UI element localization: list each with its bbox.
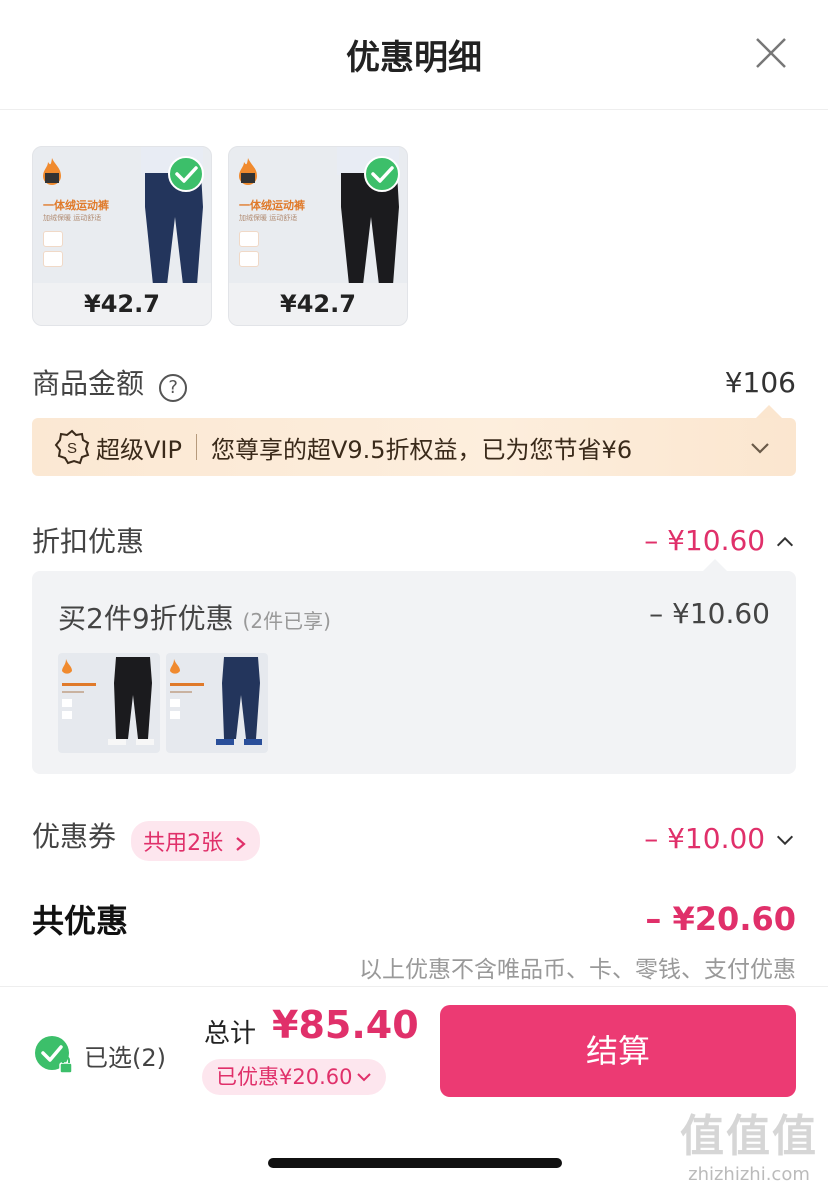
close-button[interactable]	[754, 36, 788, 70]
svg-text:S: S	[67, 440, 77, 457]
pants-image	[62, 657, 154, 745]
product-price: ¥42.7	[229, 283, 407, 325]
watermark-mark: 值值值	[680, 1111, 818, 1162]
close-icon	[756, 38, 786, 68]
select-all-toggle[interactable]: 已选(2)	[32, 1033, 166, 1077]
product-tagline: 一体绒运动裤	[239, 199, 305, 212]
flame-icon	[239, 158, 257, 185]
coupon-label: 优惠券	[32, 819, 117, 853]
vip-notch	[756, 405, 782, 418]
chevron-up-icon	[776, 536, 794, 546]
check-icon	[35, 1036, 73, 1074]
product-tagline: 一体绒运动裤	[43, 199, 109, 212]
discount-detail-title: 买2件9折优惠 (2件已享)	[58, 602, 331, 635]
checkout-button[interactable]: 结算	[440, 1005, 796, 1097]
discount-item-thumb-1[interactable]	[58, 653, 160, 753]
goods-amount-label: 商品金额	[32, 366, 145, 400]
product-thumbnails: 一体绒运动裤 加绒保暖 运动舒适 ¥42.7 一体绒运动裤 加绒保暖 运动舒适 …	[32, 146, 408, 326]
product-subtitle: 加绒保暖 运动舒适	[43, 214, 102, 222]
feature-badge	[43, 251, 63, 267]
goods-amount-value: ¥106	[724, 365, 796, 399]
check-icon	[364, 156, 400, 192]
chevron-down-icon	[357, 1073, 372, 1082]
feature-badge	[43, 231, 63, 247]
coupon-value: – ¥10.00	[644, 822, 796, 855]
discount-detail-note: (2件已享)	[242, 609, 331, 633]
total-discount-row: 共优惠 – ¥20.60	[32, 896, 796, 942]
chevron-down-icon	[776, 835, 794, 845]
discount-disclaimer: 以上优惠不含唯品币、卡、零钱、支付优惠	[359, 957, 796, 983]
discount-row[interactable]: 折扣优惠 – ¥10.60	[32, 520, 796, 560]
help-icon[interactable]: ?	[159, 374, 188, 403]
vip-benefit-bar[interactable]: S 超级VIP 您尊享的超V9.5折权益，已为您节省¥6	[32, 418, 796, 476]
feature-badge	[239, 231, 259, 247]
feature-badge	[239, 251, 259, 267]
sheet-header: 优惠明细	[0, 0, 828, 110]
chevron-right-icon	[236, 837, 246, 852]
discount-detail-panel: 买2件9折优惠 (2件已享) – ¥10.60	[32, 571, 796, 774]
discount-detail-sheet: 优惠明细 一体绒运动裤 加绒保暖 运动舒适 ¥42.7 一体绒运动裤 加绒保暖 …	[0, 0, 828, 1186]
discount-item-thumb-2[interactable]	[166, 653, 268, 753]
total-label: 总计	[204, 1019, 257, 1049]
flame-icon	[43, 158, 61, 185]
watermark: 值值值 zhizhizhi.com	[680, 1100, 818, 1185]
discount-detail-value: – ¥10.60	[649, 597, 770, 630]
chevron-down-icon	[751, 443, 769, 454]
page-title: 优惠明细	[346, 38, 482, 78]
vip-benefit-text: 您尊享的超V9.5折权益，已为您节省¥6	[210, 435, 633, 464]
vip-label: 超级VIP	[96, 435, 182, 464]
coupon-row[interactable]: 优惠券 共用2张 – ¥10.00	[32, 816, 796, 862]
saved-amount-pill[interactable]: 已优惠¥20.60	[202, 1059, 387, 1095]
coupon-count-pill[interactable]: 共用2张	[131, 821, 261, 862]
goods-amount-row: 商品金额 ? ¥106	[32, 362, 796, 403]
vip-badge-icon: S	[54, 429, 90, 465]
watermark-url: zhizhizhi.com	[688, 1164, 810, 1185]
discount-label: 折扣优惠	[32, 525, 145, 558]
vip-divider	[195, 434, 197, 460]
product-thumb-2[interactable]: 一体绒运动裤 加绒保暖 运动舒适 ¥42.7	[228, 146, 408, 326]
selected-count: 已选(2)	[84, 1043, 166, 1072]
check-icon	[168, 156, 204, 192]
total-discount-label: 共优惠	[32, 902, 129, 940]
total-value: ¥85.40	[272, 1003, 419, 1047]
home-indicator	[268, 1158, 562, 1168]
product-subtitle: 加绒保暖 运动舒适	[239, 214, 298, 222]
discount-value: – ¥10.60	[644, 524, 796, 557]
product-price: ¥42.7	[33, 283, 211, 325]
pants-image	[170, 657, 262, 745]
total-discount-value: – ¥20.60	[645, 900, 796, 938]
product-thumb-1[interactable]: 一体绒运动裤 加绒保暖 运动舒适 ¥42.7	[32, 146, 212, 326]
